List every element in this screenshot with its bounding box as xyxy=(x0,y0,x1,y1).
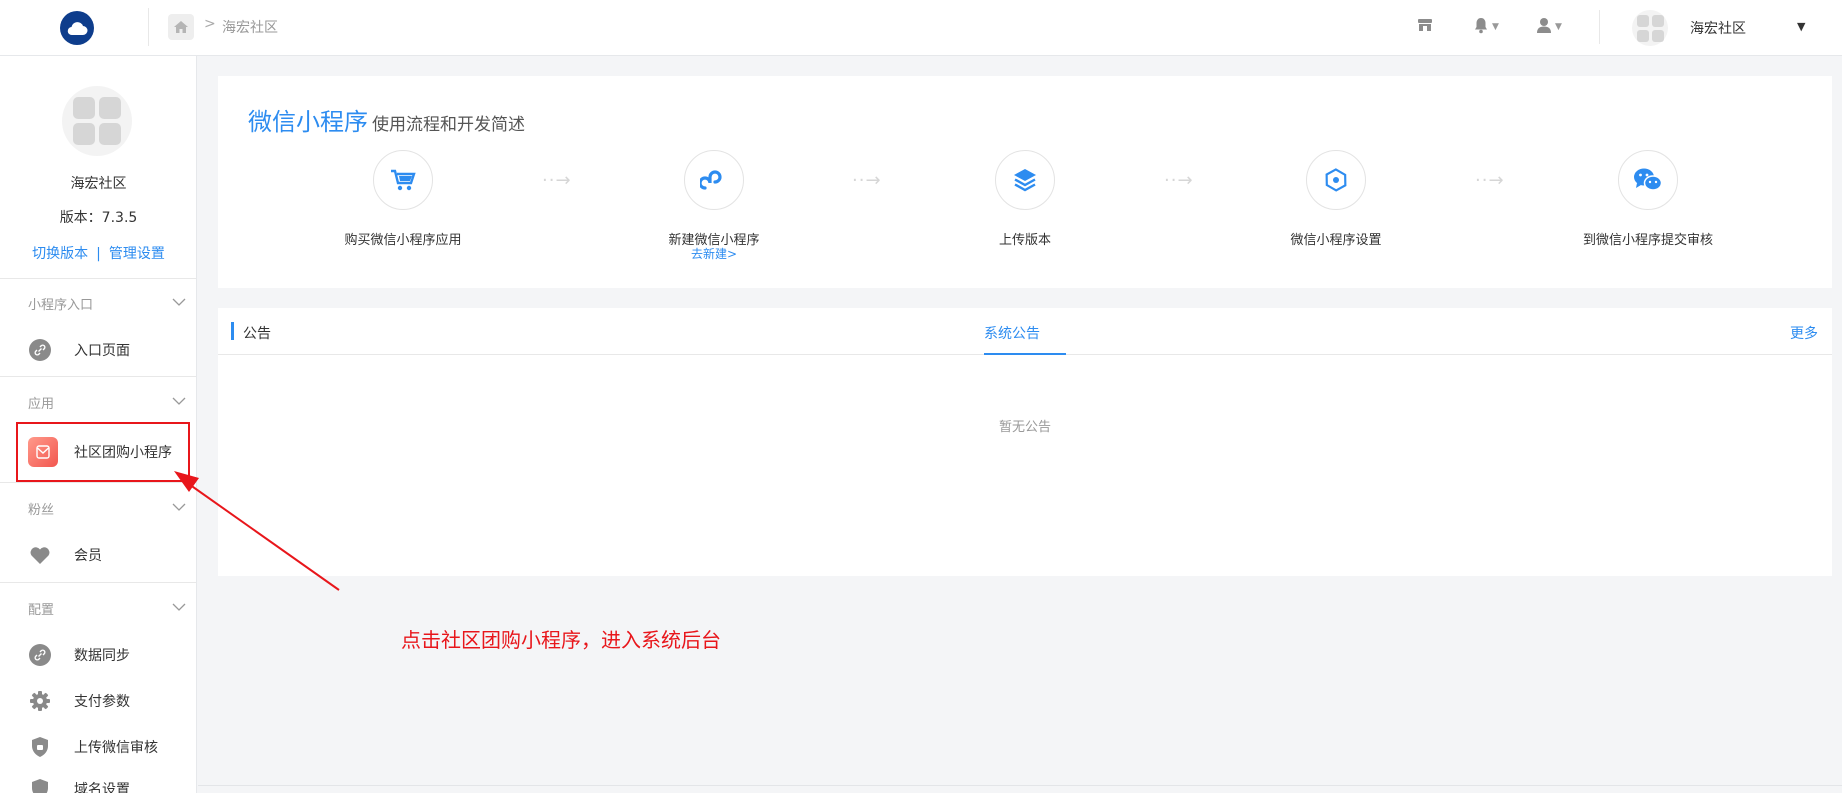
miniprogram-icon xyxy=(684,150,744,210)
bell-icon xyxy=(1473,17,1489,38)
sidebar-item-members[interactable]: 会员 xyxy=(28,540,102,570)
gear-icon xyxy=(28,689,52,713)
top-header: > 海宏社区 ▼ ▼ 海宏社区 ▼ xyxy=(0,0,1842,56)
group-title-config[interactable]: 配置 xyxy=(28,599,54,618)
sidebar-item-payment-params[interactable]: 支付参数 xyxy=(28,686,130,716)
layers-icon xyxy=(995,150,1055,210)
annotation-text: 点击社区团购小程序，进入系统后台 xyxy=(401,628,721,652)
group-title-fans[interactable]: 粉丝 xyxy=(28,499,54,518)
sidebar-item-upload-wechat-review[interactable]: 上传微信审核 xyxy=(28,732,158,762)
sidebar-divider xyxy=(0,278,196,279)
user-dropdown-caret-icon[interactable]: ▼ xyxy=(1797,20,1805,33)
org-avatar xyxy=(62,86,132,156)
home-icon[interactable] xyxy=(168,14,194,40)
flow-step-buy[interactable]: 购买微信小程序应用 xyxy=(303,150,503,248)
flow-step-submit-review[interactable]: 到微信小程序提交审核 xyxy=(1548,150,1748,248)
caret-down-icon: ▼ xyxy=(1492,22,1499,32)
notice-title-marker xyxy=(231,322,234,340)
flow-arrow: ··→ xyxy=(1475,170,1505,191)
manage-settings-link[interactable]: 管理设置 xyxy=(109,246,165,262)
flow-title-main: 微信小程序 xyxy=(248,108,368,136)
hexagon-icon xyxy=(1306,150,1366,210)
store-icon xyxy=(1416,17,1434,37)
miniprogram-flow-card: 微信小程序 使用流程和开发简述 购买微信小程序应用 ··→ 新建微信小程序 去新建… xyxy=(218,76,1832,288)
notice-more-link[interactable]: 更多 xyxy=(1790,323,1818,343)
flow-step-label: 新建微信小程序 xyxy=(668,233,760,248)
wechat-icon xyxy=(1618,150,1678,210)
chevron-down-icon[interactable] xyxy=(172,497,186,516)
avatar[interactable] xyxy=(1632,10,1668,46)
breadcrumb-separator: > xyxy=(204,16,216,32)
flow-arrow: ··→ xyxy=(542,170,572,191)
globe-icon xyxy=(28,777,52,793)
flow-step-label: 到微信小程序提交审核 xyxy=(1582,233,1713,248)
sidebar-item-domain-settings[interactable]: 域名设置 xyxy=(28,774,130,793)
chevron-down-icon[interactable] xyxy=(172,391,186,410)
chevron-down-icon[interactable] xyxy=(172,597,186,616)
notice-title: 公告 xyxy=(243,326,271,342)
flow-title: 微信小程序 使用流程和开发简述 xyxy=(248,102,525,137)
flow-step-label: 购买微信小程序应用 xyxy=(344,233,462,248)
flow-step-settings[interactable]: 微信小程序设置 xyxy=(1236,150,1436,248)
header-divider xyxy=(1599,10,1600,44)
header-divider xyxy=(148,8,149,46)
flow-step-label: 微信小程序设置 xyxy=(1290,233,1382,248)
sidebar-item-label: 域名设置 xyxy=(74,782,130,793)
sidebar-item-data-sync[interactable]: 数据同步 xyxy=(28,640,130,670)
shield-icon xyxy=(28,735,52,759)
notification-button[interactable]: ▼ xyxy=(1473,15,1499,39)
flow-title-sub: 使用流程和开发简述 xyxy=(372,115,525,135)
flow-step-upload[interactable]: 上传版本 xyxy=(925,150,1125,248)
org-links: 切换版本 | 管理设置 xyxy=(32,246,165,262)
caret-down-icon: ▼ xyxy=(1555,22,1562,32)
switch-version-link[interactable]: 切换版本 xyxy=(32,246,88,262)
flow-step-create[interactable]: 新建微信小程序 去新建> xyxy=(614,150,814,260)
annotation-highlight-box xyxy=(16,422,190,482)
user-menu-button[interactable]: ▼ xyxy=(1536,15,1562,39)
sidebar-item-label: 会员 xyxy=(74,548,102,564)
flow-step-label: 上传版本 xyxy=(998,233,1051,248)
org-version: 版本：7.3.5 xyxy=(59,210,138,226)
group-title-entry[interactable]: 小程序入口 xyxy=(28,294,93,313)
user-name[interactable]: 海宏社区 xyxy=(1690,18,1746,38)
flow-arrow: ··→ xyxy=(1164,170,1194,191)
sidebar-divider xyxy=(0,376,196,377)
link-icon xyxy=(28,338,52,362)
breadcrumb-current[interactable]: 海宏社区 xyxy=(222,17,278,37)
store-button[interactable] xyxy=(1416,15,1434,39)
sidebar-divider xyxy=(0,482,196,483)
sidebar-item-label: 数据同步 xyxy=(74,648,130,664)
user-icon xyxy=(1536,17,1552,38)
cart-icon xyxy=(373,150,433,210)
link-icon xyxy=(28,643,52,667)
sidebar-item-label: 入口页面 xyxy=(74,343,130,359)
notice-empty-text: 暂无公告 xyxy=(998,420,1051,435)
create-miniprogram-link[interactable]: 去新建> xyxy=(614,248,814,260)
org-name: 海宏社区 xyxy=(70,176,127,192)
sidebar-item-entry-page[interactable]: 入口页面 xyxy=(28,335,130,365)
chevron-down-icon[interactable] xyxy=(172,292,186,311)
notice-header: 公告 系统公告 更多 xyxy=(218,308,1832,355)
footer-divider xyxy=(198,785,1842,786)
heart-icon xyxy=(28,543,52,567)
sidebar-divider xyxy=(0,582,196,583)
group-title-apps[interactable]: 应用 xyxy=(28,393,54,412)
flow-arrow: ··→ xyxy=(852,170,882,191)
cloud-logo-icon[interactable] xyxy=(60,11,94,45)
sidebar-item-label: 支付参数 xyxy=(74,694,130,710)
tab-system-notice[interactable]: 系统公告 xyxy=(984,323,1040,343)
sidebar-item-label: 上传微信审核 xyxy=(74,740,158,756)
tab-active-indicator xyxy=(984,353,1066,355)
notice-card: 公告 系统公告 更多 暂无公告 xyxy=(218,308,1832,576)
